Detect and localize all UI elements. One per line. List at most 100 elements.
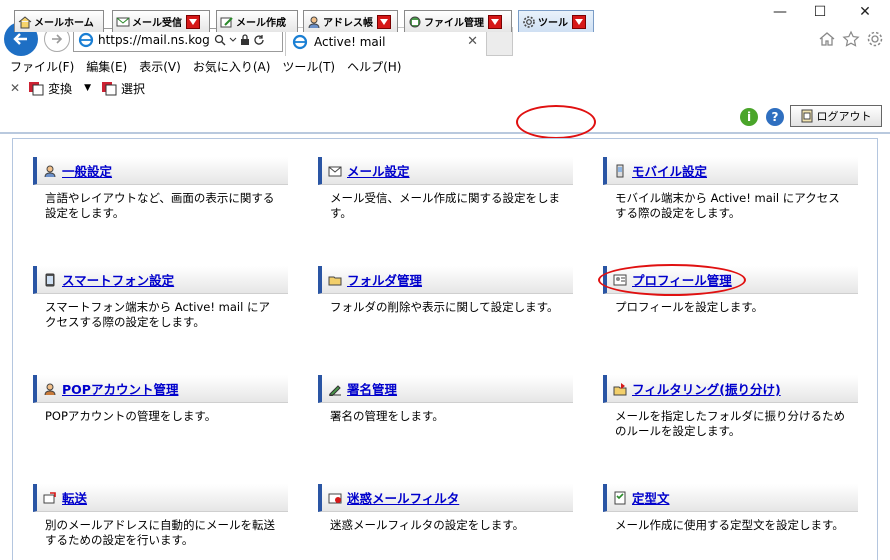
minimize-button[interactable]: — [765, 4, 795, 20]
card-spam-filter: 迷惑メールフィルタ 迷惑メールフィルタの設定をします。 [318, 484, 573, 533]
card-template: 定型文 メール作成に使用する定型文を設定します。 [603, 484, 858, 533]
mail-settings-desc: メール受信、メール作成に関する設定をします。 [330, 191, 560, 220]
menu-tools[interactable]: ツール(T) [282, 58, 335, 75]
card-smartphone-settings: スマートフォン設定 スマートフォン端末から Active! mail にアクセス… [33, 266, 288, 330]
profile-manage-desc: プロフィールを設定します。 [615, 300, 764, 314]
favorites-bar: ✕ 変換 ▼ 選択 [0, 77, 890, 99]
tab-tools[interactable]: ツール [518, 10, 594, 32]
template-link[interactable]: 定型文 [632, 488, 670, 507]
forward-icon [43, 491, 56, 503]
translate-icon [29, 82, 44, 96]
refresh-icon[interactable] [253, 34, 265, 46]
profile-icon [613, 274, 627, 285]
chevron-down-icon[interactable] [229, 36, 237, 44]
mail-receive-dropdown[interactable] [186, 14, 200, 29]
convert-button[interactable]: 変換 [48, 80, 72, 97]
tab-file-manage[interactable]: ファイル管理 [404, 10, 512, 32]
file-icon [409, 16, 421, 27]
spam-icon [328, 493, 342, 503]
folder-manage-link[interactable]: フォルダ管理 [347, 270, 422, 289]
filtering-desc: メールを指定したフォルダに振り分けるためのルールを設定します。 [615, 409, 845, 438]
pop-account-link[interactable]: POPアカウント管理 [62, 379, 178, 398]
card-forward: 転送 別のメールアドレスに自動的にメールを転送するための設定を行います。 [33, 484, 288, 548]
info-icon[interactable]: i [740, 108, 758, 126]
folder-manage-desc: フォルダの削除や表示に関して設定します。 [330, 300, 559, 314]
menu-view[interactable]: 表示(V) [139, 58, 181, 75]
forward-link[interactable]: 転送 [62, 488, 87, 507]
close-favbar-icon[interactable]: ✕ [10, 81, 20, 95]
template-desc: メール作成に使用する定型文を設定します。 [615, 518, 844, 532]
filter-icon [613, 382, 627, 395]
gear-icon[interactable] [866, 30, 884, 48]
home-icon[interactable] [818, 30, 836, 48]
close-window-button[interactable]: ✕ [850, 4, 880, 20]
general-settings-desc: 言語やレイアウトなど、画面の表示に関する設定をします。 [45, 191, 275, 220]
signature-manage-link[interactable]: 署名管理 [347, 379, 397, 398]
settings-panel: 一般設定 言語やレイアウトなど、画面の表示に関する設定をします。 メール設定 メ… [12, 138, 878, 560]
menu-bar: ファイル(F) 編集(E) 表示(V) お気に入り(A) ツール(T) ヘルプ(… [0, 56, 890, 76]
menu-favorites[interactable]: お気に入り(A) [193, 58, 271, 75]
spam-filter-link[interactable]: 迷惑メールフィルタ [347, 488, 459, 507]
card-filtering: フィルタリング(振り分け) メールを指定したフォルダに振り分けるためのルールを設… [603, 375, 858, 439]
spam-filter-desc: 迷惑メールフィルタの設定をします。 [330, 518, 525, 532]
file-manage-dropdown[interactable] [488, 14, 502, 29]
inbox-icon [116, 17, 130, 26]
compose-icon [220, 16, 233, 27]
tab-address-book[interactable]: アドレス帳 [303, 10, 398, 32]
pop-account-desc: POPアカウントの管理をします。 [45, 409, 217, 423]
card-profile-manage: プロフィール管理 プロフィールを設定します。 [603, 266, 858, 315]
tab-mail-compose[interactable]: メール作成 [216, 10, 298, 32]
address-book-dropdown[interactable] [377, 14, 391, 29]
tab-title: Active! mail [314, 35, 386, 49]
smartphone-icon [45, 273, 55, 286]
card-mail-settings: メール設定 メール受信、メール作成に関する設定をします。 [318, 157, 573, 221]
addressbook-icon [308, 16, 320, 28]
maximize-button[interactable]: ☐ [805, 4, 835, 20]
chevron-down-icon[interactable]: ▼ [84, 83, 91, 93]
menu-edit[interactable]: 編集(E) [86, 58, 127, 75]
tab-mail-receive[interactable]: メール受信 [112, 10, 210, 32]
template-icon [614, 491, 626, 504]
folder-icon [328, 276, 342, 285]
url-text: https://mail.ns.kog... [98, 33, 210, 47]
search-icon[interactable] [214, 34, 226, 46]
smartphone-settings-link[interactable]: スマートフォン設定 [62, 270, 174, 289]
pen-icon [329, 384, 341, 396]
card-signature-manage: 署名管理 署名の管理をします。 [318, 375, 573, 424]
mobile-settings-desc: モバイル端末から Active! mail にアクセスする際の設定をします。 [615, 191, 840, 220]
smartphone-settings-desc: スマートフォン端末から Active! mail にアクセスする際の設定をします… [45, 300, 270, 329]
logout-button[interactable]: ログアウト [790, 105, 882, 127]
arrow-right-icon [52, 34, 63, 44]
ie-icon [78, 32, 94, 48]
card-mobile-settings: モバイル設定 モバイル端末から Active! mail にアクセスする際の設定… [603, 157, 858, 221]
mobile-icon [616, 164, 624, 177]
home-icon [18, 15, 32, 28]
user-icon [44, 165, 56, 177]
select-icon [102, 82, 117, 96]
tools-dropdown[interactable] [572, 14, 586, 29]
user-icon [44, 383, 56, 395]
card-folder-manage: フォルダ管理 フォルダの削除や表示に関して設定します。 [318, 266, 573, 315]
select-button[interactable]: 選択 [121, 80, 145, 97]
mail-settings-link[interactable]: メール設定 [347, 161, 410, 180]
arrow-left-icon [13, 33, 27, 45]
mail-icon [328, 166, 342, 176]
forward-desc: 別のメールアドレスに自動的にメールを転送するための設定を行います。 [45, 518, 275, 547]
menu-file[interactable]: ファイル(F) [10, 58, 74, 75]
card-general-settings: 一般設定 言語やレイアウトなど、画面の表示に関する設定をします。 [33, 157, 288, 221]
close-tab-icon[interactable]: ✕ [467, 34, 478, 49]
menu-help[interactable]: ヘルプ(H) [347, 58, 401, 75]
filtering-link[interactable]: フィルタリング(振り分け) [632, 379, 781, 398]
general-settings-link[interactable]: 一般設定 [62, 161, 112, 180]
lock-icon[interactable] [240, 34, 250, 46]
signature-manage-desc: 署名の管理をします。 [330, 409, 444, 423]
star-icon[interactable] [842, 30, 860, 48]
ie-tab-icon [292, 34, 308, 50]
mobile-settings-link[interactable]: モバイル設定 [632, 161, 707, 180]
profile-manage-link[interactable]: プロフィール管理 [632, 270, 732, 289]
help-icon[interactable]: ? [766, 108, 784, 126]
card-pop-account: POPアカウント管理 POPアカウントの管理をします。 [33, 375, 288, 424]
gear-icon [523, 15, 535, 28]
logout-icon [801, 109, 812, 123]
tab-mail-home[interactable]: メールホーム [14, 10, 104, 32]
